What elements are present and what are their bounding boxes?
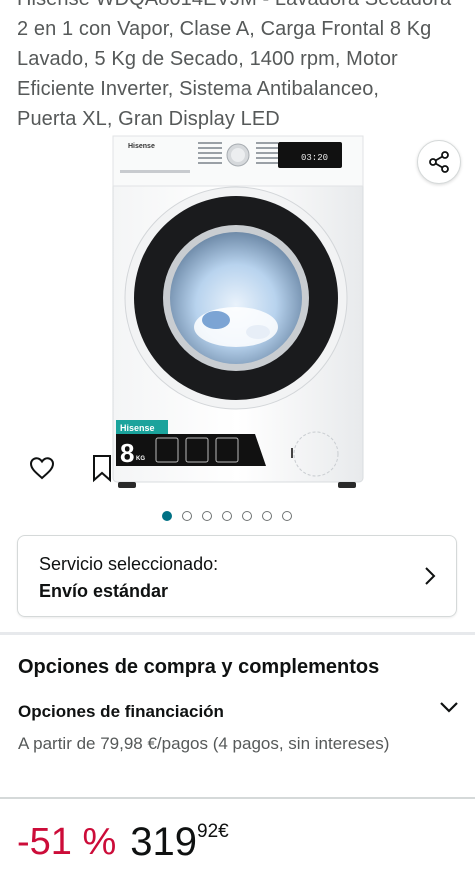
product-title-line: Puerta XL, Gran Display LED	[17, 108, 280, 130]
carousel-dot[interactable]	[262, 511, 272, 521]
section-divider	[0, 632, 475, 635]
carousel-dots	[162, 511, 292, 521]
price-whole: 319	[130, 820, 198, 864]
discount-percentage: -51 %	[17, 821, 117, 863]
section-divider	[0, 797, 475, 799]
chevron-down-icon[interactable]	[439, 700, 459, 714]
product-title: Hisense WDQA8014EVJM - Lavadora Secadora…	[17, 0, 462, 134]
price-block: -51 % 319 92 €	[17, 818, 229, 866]
product-title-line: 2 en 1 con Vapor, Clase A, Carga Frontal…	[17, 18, 432, 40]
share-icon	[429, 151, 449, 173]
service-selector[interactable]: Servicio seleccionado: Envío estándar	[17, 535, 457, 617]
financing-description: A partir de 79,98 €/pagos (4 pagos, sin …	[18, 734, 390, 753]
image-display: 03:20	[301, 153, 328, 163]
carousel-dot[interactable]	[202, 511, 212, 521]
service-value: Envío estándar	[39, 581, 169, 601]
product-title-line: Hisense WDQA8014EVJM - Lavadora Secadora	[17, 0, 462, 14]
svg-text:Hisense: Hisense	[120, 423, 155, 433]
price-fraction: 92	[197, 821, 219, 842]
service-label: Servicio seleccionado:	[39, 554, 219, 574]
image-capacity: 8	[120, 438, 134, 468]
carousel-dot[interactable]	[282, 511, 292, 521]
carousel-dot[interactable]	[162, 511, 172, 521]
options-heading: Opciones de compra y complementos	[18, 656, 380, 678]
chevron-right-icon	[425, 567, 436, 585]
product-title-line: Eficiente Inverter, Sistema Antibalanceo…	[17, 78, 380, 100]
product-image[interactable]: Hisense 03:20 Hisense 8 KG	[108, 132, 368, 492]
price-currency: €	[218, 821, 229, 842]
carousel-dot[interactable]	[182, 511, 192, 521]
bookmark-icon[interactable]	[90, 453, 114, 483]
image-capacity-unit: KG	[136, 456, 145, 462]
carousel-dot[interactable]	[222, 511, 232, 521]
heart-icon[interactable]	[28, 454, 56, 482]
share-button[interactable]	[417, 140, 461, 184]
carousel-dot[interactable]	[242, 511, 252, 521]
product-title-line: Lavado, 5 Kg de Secado, 1400 rpm, Motor	[17, 48, 398, 70]
image-brand: Hisense	[128, 143, 155, 150]
financing-title[interactable]: Opciones de financiación	[18, 702, 224, 722]
